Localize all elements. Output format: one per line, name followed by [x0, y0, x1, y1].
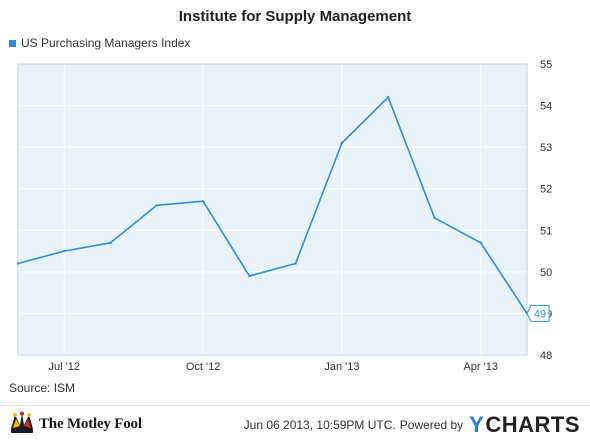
source-note: Source: ISM: [9, 381, 76, 395]
last-value-label: 49: [534, 308, 546, 320]
x-tick-label: Jan '13: [324, 361, 359, 373]
ycharts-y-mark: Y: [469, 412, 485, 437]
y-tick-label: 54: [540, 101, 552, 113]
data-point: [201, 199, 205, 203]
data-point: [433, 216, 436, 220]
ycharts-logo[interactable]: Y CHARTS: [469, 412, 580, 438]
footer-divider: [0, 405, 590, 406]
y-tick-label: 55: [540, 59, 552, 71]
data-point: [294, 262, 297, 265]
line-chart: 48 49 50 51 52 53 54 55 Jul '12 Oct '12 Jan '13 Apr…: [16, 59, 552, 373]
data-point: [248, 274, 251, 278]
data-point: [340, 141, 344, 145]
motley-fool-logo[interactable]: The Motley Fool: [9, 410, 142, 438]
x-tick-label: Apr '13: [463, 361, 498, 373]
data-point: [63, 249, 66, 253]
ycharts-wordmark: CHARTS: [485, 412, 580, 437]
data-point: [109, 241, 112, 244]
footer-attribution: Jun 06 2013, 10:59PM UTC. Powered by Y C…: [244, 412, 580, 438]
y-tick-label: 51: [540, 225, 552, 237]
y-tick-label: 53: [540, 142, 552, 154]
timestamp: Jun 06 2013, 10:59PM UTC.: [243, 418, 396, 432]
motley-fool-name: The Motley Fool: [39, 415, 142, 432]
y-tick-label: 48: [540, 350, 552, 362]
plot-area: [18, 64, 527, 355]
y-tick-label: 52: [540, 184, 552, 196]
data-point: [155, 204, 159, 207]
data-point: [386, 96, 390, 99]
jester-hat-icon: [11, 411, 33, 433]
x-tick-label: Oct '12: [186, 361, 221, 373]
powered-by-label: Powered by: [399, 418, 464, 432]
y-tick-label: 50: [540, 267, 552, 279]
data-point: [479, 241, 482, 244]
x-tick-label: Jul '12: [49, 361, 80, 373]
data-point: [16, 262, 20, 265]
